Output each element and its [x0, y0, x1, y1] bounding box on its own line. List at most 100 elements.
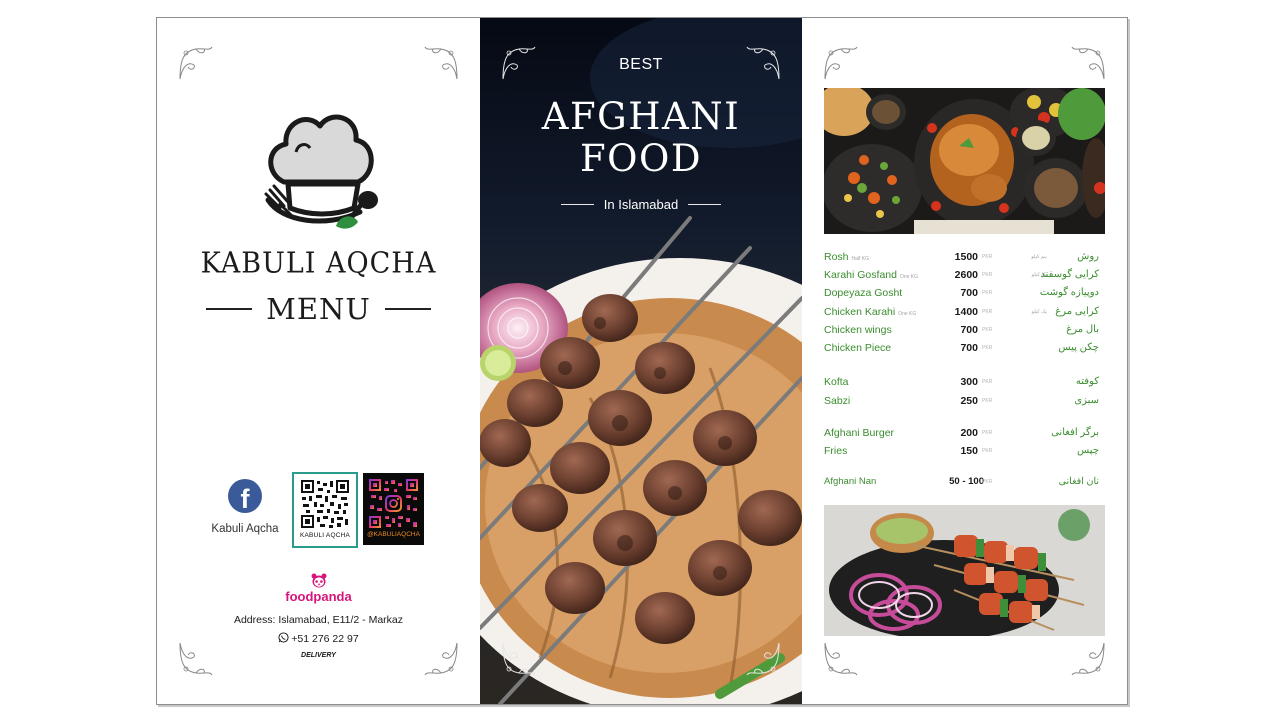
item-currency: PKR [982, 379, 993, 385]
item-name-urdu: کرایی مرغ [1055, 306, 1099, 317]
item-name: Rosh [824, 251, 849, 263]
delivery-label: DELIVERY [301, 652, 336, 659]
item-name-urdu: چپس [1077, 445, 1099, 456]
cover-title-line1: AFGHANI [541, 95, 741, 138]
item-currency: PKR [982, 290, 993, 296]
item-name-urdu: کرایی گوسفند [1040, 269, 1099, 280]
cover-photo-panel: BEST AFGHANI FOOD In Islamabad [480, 18, 802, 704]
divider [560, 204, 594, 205]
corner-ornament-icon [178, 641, 214, 677]
qr-caption: KABULI AQCHA [299, 532, 351, 539]
menu-item[interactable]: Afghani Burger 200 PKR برگر افغانی [824, 427, 1105, 441]
item-name: Chicken Piece [824, 342, 892, 354]
item-price: 1400 [954, 306, 978, 318]
menu-sheet: KABULI AQCHA MENU f Kabuli Aqcha KABULI … [156, 17, 1128, 705]
corner-ornament-icon [423, 45, 459, 81]
food-spread-photo [824, 88, 1105, 234]
item-name: Kofta [824, 376, 849, 388]
item-name-urdu: نان افغانی [1058, 476, 1099, 487]
cover-eyebrow: BEST [619, 56, 663, 73]
qr-code-card[interactable]: KABULI AQCHA [292, 472, 358, 548]
item-price: 200 [960, 427, 978, 439]
menu-item[interactable]: Fries 150 PKR چپس [824, 445, 1105, 459]
item-name: Karahi Gosfand [824, 269, 897, 281]
address-text: Address: Islamabad, E11/2 - Markaz [233, 614, 404, 626]
item-price: 700 [960, 324, 978, 336]
item-note: One KG [899, 274, 919, 280]
item-price: 1500 [954, 251, 978, 263]
location-text: In Islamabad [603, 197, 679, 212]
item-currency: PKR [982, 430, 993, 436]
item-currency: PKR [982, 327, 993, 333]
instagram-qr-card[interactable]: @KABULIAQCHA [363, 473, 424, 545]
qr-code-icon [300, 479, 350, 529]
item-note-urdu: یک کیلو [1031, 309, 1047, 315]
item-name: Sabzi [824, 395, 851, 407]
item-currency: PKR [982, 272, 993, 278]
location-tagline: In Islamabad [480, 197, 802, 212]
item-price: 150 [960, 445, 978, 457]
item-name: Chicken wings [824, 324, 892, 336]
instagram-caption: @KABULIAQCHA [367, 531, 420, 538]
whatsapp-icon [278, 632, 289, 643]
item-price: 2600 [954, 269, 978, 281]
tikka-photo [824, 505, 1105, 636]
item-name: Chicken Karahi [824, 306, 896, 318]
corner-ornament-icon [745, 641, 781, 677]
item-price: 250 [960, 395, 978, 407]
item-name-urdu: برگر افغانی [1051, 427, 1099, 438]
item-price: 50 - 100 [949, 476, 984, 487]
item-price: 700 [960, 342, 978, 354]
item-name-urdu: چکن پیس [1058, 342, 1099, 353]
item-name-urdu: روش [1077, 251, 1099, 262]
cover-title-line2: FOOD [579, 137, 702, 180]
item-name-urdu: کوفته [1075, 376, 1099, 387]
item-price: 300 [960, 376, 978, 388]
menu-item[interactable]: Chicken Piece 700 PKR چکن پیس [824, 342, 1105, 356]
item-name: Afghani Burger [824, 427, 895, 439]
item-currency: PKR [982, 309, 993, 315]
panda-icon [311, 573, 327, 588]
item-note-urdu: نیم کیلو [1031, 254, 1047, 260]
facebook-icon[interactable]: f [228, 479, 262, 513]
item-name: Fries [824, 445, 848, 457]
menu-item[interactable]: Karahi Gosfand One KG 2600 PKR یک کیلو کر… [824, 269, 1105, 283]
item-name-urdu: دوپیازه گوشت [1039, 287, 1099, 298]
item-name: Dopeyaza Gosht [824, 287, 903, 299]
item-currency: PKR [982, 345, 993, 351]
menu-heading: MENU [157, 292, 480, 326]
item-name-urdu: بال مرغ [1066, 324, 1099, 335]
phone-number[interactable]: +51 276 22 97 [291, 633, 358, 645]
item-currency: PKR [982, 479, 993, 485]
facebook-label: Kabuli Aqcha [211, 523, 279, 535]
chef-hat-logo-icon [262, 104, 382, 234]
brand-name: KABULI AQCHA [200, 246, 437, 281]
menu-item[interactable]: Rosh Half KG 1500 PKR نیم کیلو روش [824, 251, 1105, 265]
corner-ornament-icon [501, 641, 537, 677]
menu-cover-panel: KABULI AQCHA MENU f Kabuli Aqcha KABULI … [157, 18, 480, 704]
item-price: 700 [960, 287, 978, 299]
menu-item[interactable]: Chicken Karahi One KG 1400 PKR یک کیلو کر… [824, 306, 1105, 320]
corner-ornament-icon [823, 641, 859, 677]
item-currency: PKR [982, 398, 993, 404]
instagram-qr-icon [368, 478, 419, 529]
menu-item[interactable]: Kofta 300 PKR کوفته [824, 376, 1105, 390]
corner-ornament-icon [1070, 45, 1106, 81]
price-list-panel: Rosh Half KG 1500 PKR نیم کیلو روش Karahi… [802, 18, 1127, 704]
menu-item[interactable]: Dopeyaza Gosht 700 PKR دوپیازه گوشت [824, 287, 1105, 301]
foodpanda-logo[interactable]: foodpanda [157, 589, 480, 604]
item-note: One KG [898, 311, 917, 317]
menu-item[interactable]: Afghani Nan 50 - 100 PKR نان افغانی [824, 476, 1105, 490]
divider [206, 308, 253, 310]
item-currency: PKR [982, 254, 993, 260]
menu-item[interactable]: Chicken wings 700 PKR بال مرغ [824, 324, 1105, 338]
item-note: Half KG [851, 256, 870, 262]
item-name: Afghani Nan [824, 476, 877, 487]
divider [688, 204, 722, 205]
menu-item[interactable]: Sabzi 250 PKR سبزی [824, 395, 1105, 409]
item-currency: PKR [982, 448, 993, 454]
corner-ornament-icon [823, 45, 859, 81]
phone-line: +51 276 22 97 [157, 632, 480, 645]
corner-ornament-icon [1070, 641, 1106, 677]
corner-ornament-icon [423, 641, 459, 677]
